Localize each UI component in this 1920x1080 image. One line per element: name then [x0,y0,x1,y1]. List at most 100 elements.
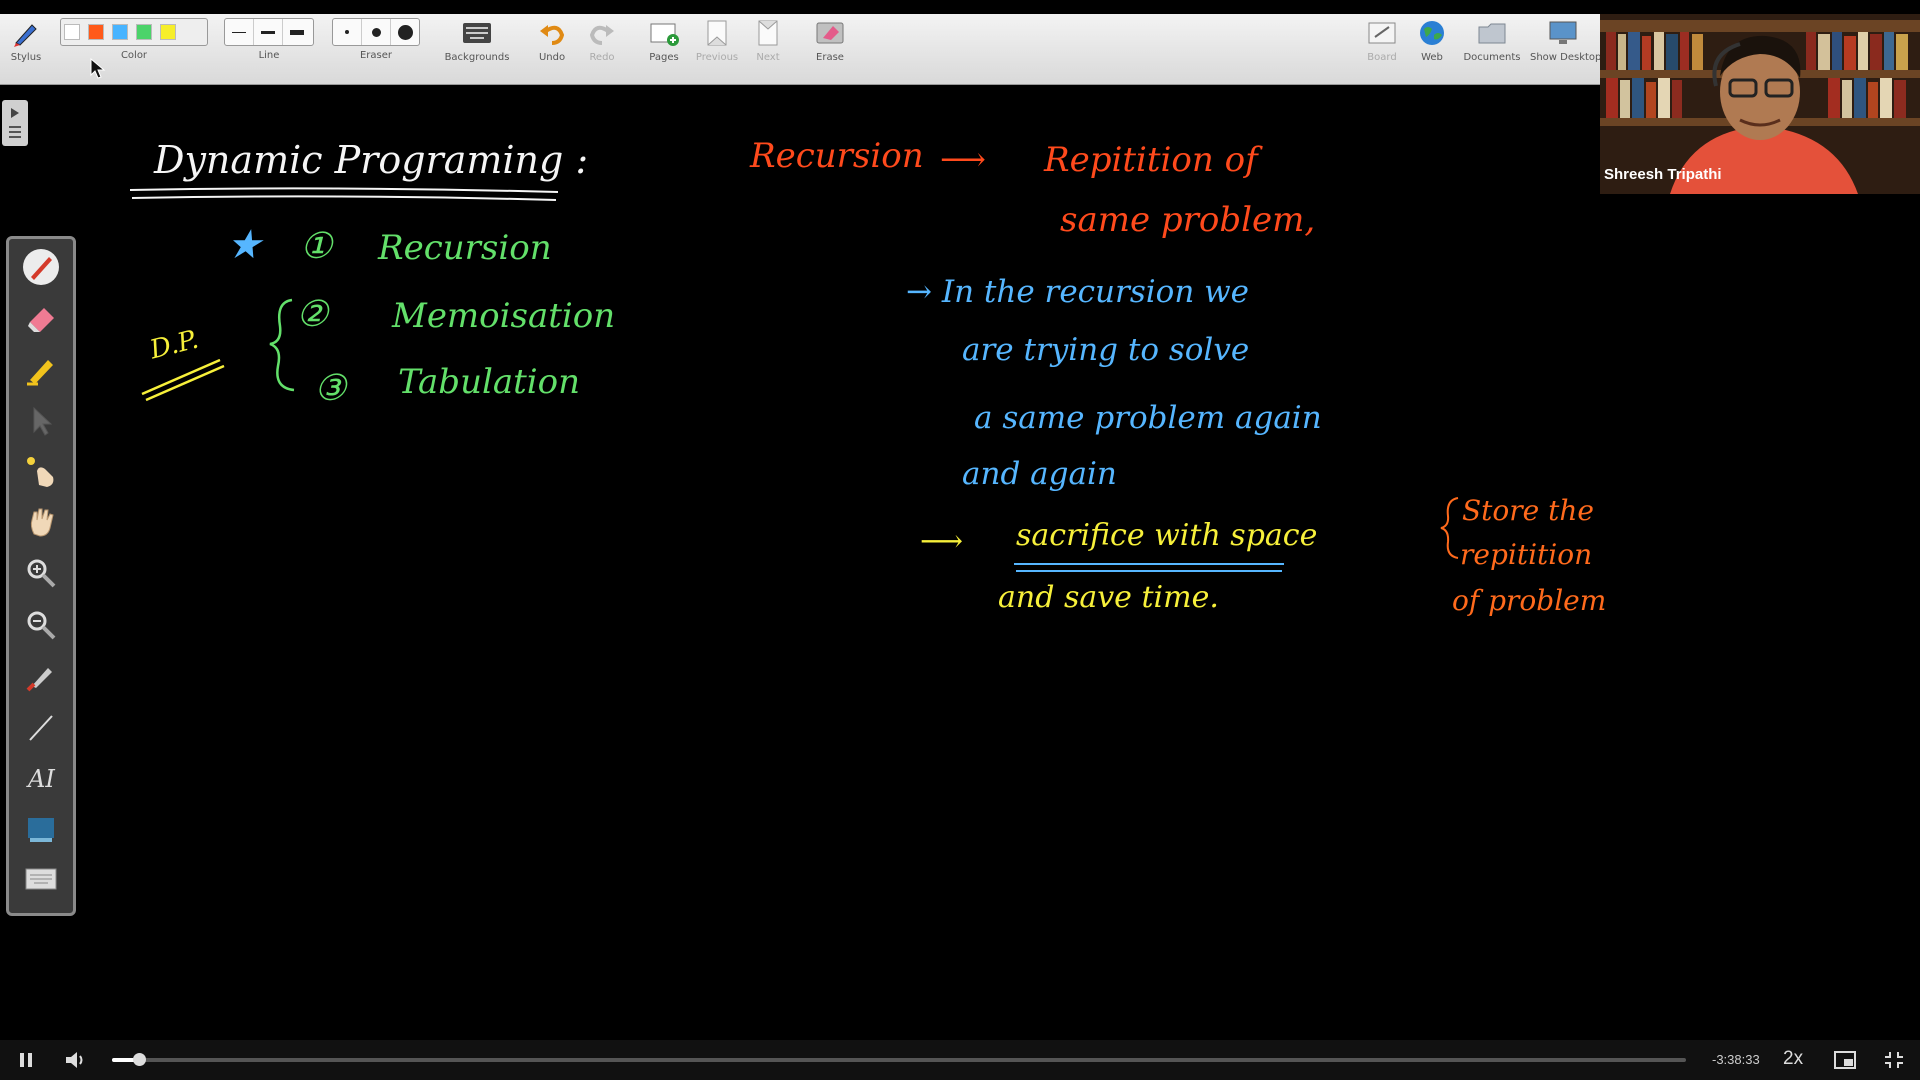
redo-icon [587,18,617,48]
highlighter-tool[interactable] [19,349,63,389]
video-player-bar: -3:38:33 2x [0,1040,1920,1080]
orange-line-3: of problem [1452,584,1607,617]
recursion-arrow: ⟶ [940,140,986,178]
zoom-in-tool[interactable] [19,553,63,593]
select-tool[interactable] [19,401,63,441]
next-label: Next [756,52,780,63]
highlighter-icon [27,360,53,386]
brush-tool[interactable] [19,655,63,695]
color-picker[interactable]: Color [60,18,208,61]
pen-icon [23,249,59,285]
pause-icon[interactable] [18,1052,34,1068]
redo-button[interactable]: Redo [584,18,620,63]
seek-bar[interactable] [112,1053,1686,1066]
pan-tool[interactable] [19,501,63,541]
undo-button[interactable]: Undo [534,18,570,63]
eraser-large-option[interactable] [391,19,419,45]
yellow-line-2: and save time. [998,580,1219,615]
swatch-yellow[interactable] [160,24,176,40]
eraser-icon [28,308,54,332]
eraser-tool[interactable] [19,297,63,337]
board-button[interactable]: Board [1364,18,1400,63]
text-tool[interactable]: AI [19,757,63,797]
dp-underline [141,358,225,402]
keyboard-tool[interactable] [19,859,63,899]
blue-line-4: and again [962,456,1117,492]
text-icon: AI [26,765,55,793]
item-1-number: ① [300,226,333,267]
line-tool[interactable] [19,707,63,747]
playback-speed-button[interactable]: 2x [1783,1048,1803,1070]
board-icon [1367,18,1397,48]
picture-in-picture-icon[interactable] [1834,1051,1856,1069]
cursor-arrow-icon [33,406,53,436]
backgrounds-label: Backgrounds [444,52,510,63]
eraser-label: Eraser [359,50,393,61]
pen-tool[interactable] [19,247,63,287]
shapes-icon [28,818,54,842]
show-desktop-button[interactable]: Show Desktop [1530,18,1601,63]
star-mark: ★ [226,222,262,268]
item-3-number: ③ [314,368,347,409]
recursion-title: Recursion [750,136,924,176]
erase-icon [815,18,845,48]
color-label: Color [120,50,148,61]
swatch-blue[interactable] [112,24,128,40]
redo-label: Redo [589,52,615,63]
line-width-options [224,18,314,46]
hand-icon [30,508,54,537]
zoom-out-tool[interactable] [19,605,63,645]
swatch-white[interactable] [64,24,80,40]
volume-icon[interactable] [64,1050,86,1070]
presenter-name: Shreesh Tripathi [1604,166,1722,183]
blue-line-1: → In the recursion we [906,274,1250,310]
fullscreen-exit-icon[interactable] [1884,1051,1904,1069]
line-thick-option[interactable] [283,19,311,45]
item-2-text: Memoisation [392,296,616,336]
line-label: Line [258,50,280,61]
eraser-small-option[interactable] [333,19,362,45]
erase-label: Erase [816,52,844,63]
swatch-orange[interactable] [88,24,104,40]
time-remaining: -3:38:33 [1712,1052,1760,1067]
documents-label: Documents [1463,52,1521,63]
web-button[interactable]: Web [1414,18,1450,63]
sacrifice-underline [1014,563,1284,572]
board-label: Board [1367,52,1397,63]
undo-label: Undo [538,52,566,63]
brush-icon [26,668,52,692]
line-icon [29,715,53,741]
keyboard-icon [462,18,492,48]
yellow-line-1: sacrifice with space [1016,518,1318,553]
side-tools-panel: AI [6,236,76,916]
swatch-green[interactable] [136,24,152,40]
monitor-icon [1548,18,1578,48]
laser-pointer-tool[interactable] [19,451,63,491]
panel-toggle-button[interactable] [2,100,28,146]
next-page-button[interactable]: Next [750,18,786,63]
previous-page-button[interactable]: Previous [694,18,740,63]
repetition-line-2: same problem, [1060,200,1316,240]
stylus-tool[interactable]: Stylus [8,18,44,63]
erase-all-button[interactable]: Erase [810,18,850,63]
eraser-medium-option[interactable] [362,19,391,45]
orange-line-2: repitition [1460,538,1593,571]
zoom-out-icon [27,611,56,640]
pages-button[interactable]: Pages [646,18,682,63]
documents-button[interactable]: Documents [1462,18,1522,63]
seek-bar-handle[interactable] [132,1053,146,1066]
line-medium-option[interactable] [254,19,283,45]
backgrounds-button[interactable]: Backgrounds [444,18,510,63]
line-thin-option[interactable] [225,19,254,45]
eraser-size-picker[interactable]: Eraser [332,18,420,61]
previous-label: Previous [695,52,739,63]
stylus-icon [11,18,41,48]
repetition-line-1: Repitition of [1044,140,1258,180]
keyboard-input-icon [25,868,57,890]
line-width-picker[interactable]: Line [224,18,314,61]
pages-icon [649,18,679,48]
undo-icon [537,18,567,48]
blue-line-3: a same problem again [974,400,1322,436]
shapes-tool[interactable] [19,809,63,849]
panel-toggle-icon [9,108,21,138]
